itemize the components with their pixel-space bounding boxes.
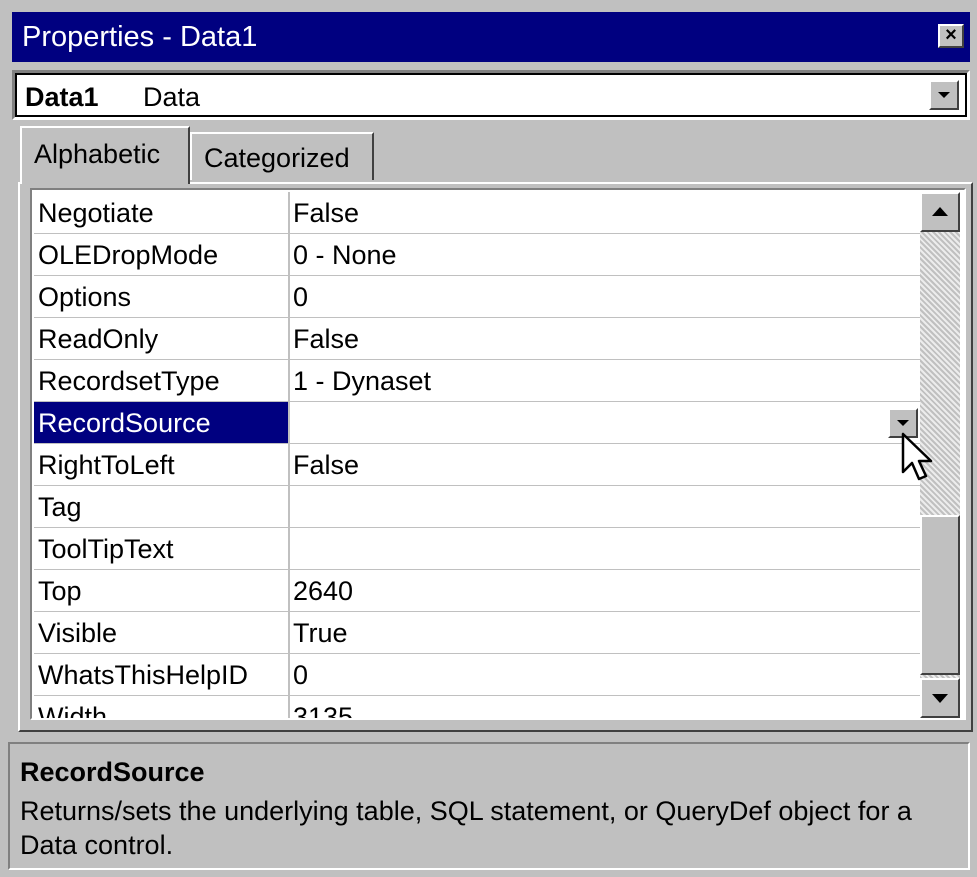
chevron-down-icon	[938, 92, 950, 98]
arrow-up-icon	[932, 207, 948, 216]
title-bar[interactable]: Properties - Data1 ×	[12, 12, 970, 62]
property-name[interactable]: Width	[38, 701, 286, 718]
property-name[interactable]: Top	[38, 575, 286, 607]
object-selector[interactable]: Data1 Data	[12, 70, 970, 120]
property-name[interactable]: Tag	[38, 491, 286, 523]
property-row[interactable]: RecordSource	[34, 402, 920, 444]
scroll-down-button[interactable]	[920, 678, 960, 718]
property-value[interactable]: 1 - Dynaset	[293, 365, 893, 397]
property-value[interactable]: 0 - None	[293, 239, 893, 271]
property-name[interactable]: Negotiate	[38, 197, 286, 229]
property-row[interactable]: Negotiate False	[34, 192, 920, 234]
description-pane: RecordSource Returns/sets the underlying…	[8, 742, 970, 870]
property-value[interactable]: False	[293, 449, 893, 481]
property-row[interactable]: RightToLeft False	[34, 444, 920, 486]
property-name[interactable]: Visible	[38, 617, 286, 649]
property-value[interactable]: 3135	[293, 701, 893, 718]
property-name[interactable]: RecordSource	[38, 407, 286, 439]
property-value[interactable]: False	[293, 323, 893, 355]
property-name[interactable]: RecordsetType	[38, 365, 286, 397]
property-row[interactable]: Tag	[34, 486, 920, 528]
arrow-down-icon	[932, 694, 948, 703]
close-icon: ×	[945, 24, 957, 46]
property-row[interactable]: OLEDropMode 0 - None	[34, 234, 920, 276]
property-name[interactable]: WhatsThisHelpID	[38, 659, 286, 691]
property-name[interactable]: Options	[38, 281, 286, 313]
window-title: Properties - Data1	[22, 21, 258, 53]
property-value[interactable]: True	[293, 617, 893, 649]
object-name: Data1	[25, 82, 99, 112]
property-name[interactable]: RightToLeft	[38, 449, 286, 481]
property-row[interactable]: WhatsThisHelpID 0	[34, 654, 920, 696]
property-row[interactable]: ReadOnly False	[34, 318, 920, 360]
object-type: Data	[143, 82, 201, 112]
scroll-up-button[interactable]	[920, 192, 960, 232]
property-grid: Negotiate False OLEDropMode 0 - None Options…	[30, 188, 966, 720]
tab-alphabetic[interactable]: Alphabetic	[20, 126, 190, 184]
property-row[interactable]: Top 2640	[34, 570, 920, 612]
property-row[interactable]: RecordsetType 1 - Dynaset	[34, 360, 920, 402]
object-selector-dropdown-button[interactable]	[929, 80, 959, 110]
description-title: RecordSource	[20, 757, 205, 787]
property-value[interactable]: 0	[293, 659, 893, 691]
property-name[interactable]: ReadOnly	[38, 323, 286, 355]
chevron-down-icon	[897, 420, 909, 426]
close-button[interactable]: ×	[938, 24, 964, 48]
property-value[interactable]: 0	[293, 281, 893, 313]
scroll-thumb[interactable]	[920, 515, 960, 675]
property-row[interactable]: ToolTipText	[34, 528, 920, 570]
property-value[interactable]: 2640	[293, 575, 893, 607]
tab-categorized[interactable]: Categorized	[190, 132, 374, 180]
mouse-cursor-icon	[901, 432, 933, 481]
property-value[interactable]: False	[293, 197, 893, 229]
description-text: Returns/sets the underlying table, SQL s…	[20, 796, 912, 860]
properties-window: Properties - Data1 × Data1 Data Alphabet…	[0, 0, 977, 877]
property-name[interactable]: ToolTipText	[38, 533, 286, 565]
property-row[interactable]: Visible True	[34, 612, 920, 654]
property-row[interactable]: Options 0	[34, 276, 920, 318]
property-name[interactable]: OLEDropMode	[38, 239, 286, 271]
property-list: Negotiate False OLEDropMode 0 - None Options…	[34, 192, 920, 718]
property-row[interactable]: Width 3135	[34, 696, 920, 718]
